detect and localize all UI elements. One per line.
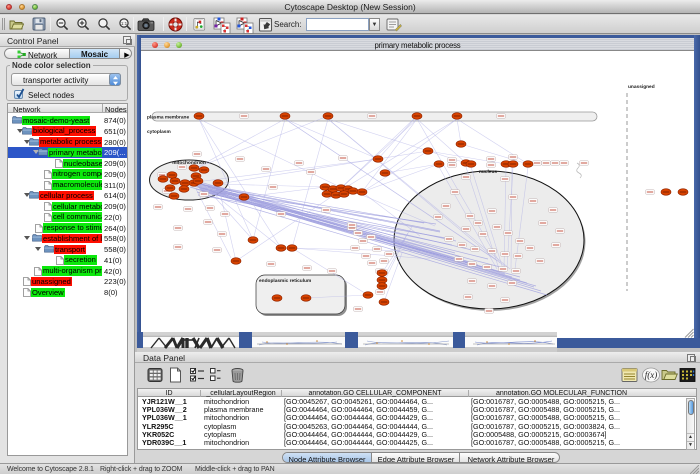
svg-text:f(x): f(x) <box>645 370 658 380</box>
svg-text:1:1: 1:1 <box>121 21 128 26</box>
svg-text:nucleus: nucleus <box>479 169 497 175</box>
svg-text:endoplasmic reticulum: endoplasmic reticulum <box>259 278 311 284</box>
svg-text:cytoplasm: cytoplasm <box>147 129 171 135</box>
svg-text:mitochondrion: mitochondrion <box>172 160 206 166</box>
svg-text:plasma membrane: plasma membrane <box>147 115 189 121</box>
svg-text:unassigned: unassigned <box>628 84 655 90</box>
